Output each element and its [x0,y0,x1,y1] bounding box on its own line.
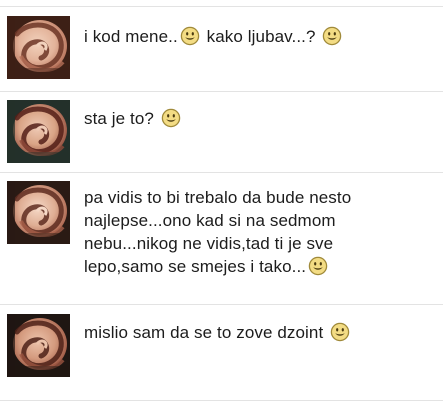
message-line: i kod mene.. kako ljubav...? [84,25,436,48]
avatar[interactable] [7,100,70,163]
message-thread: i kod mene.. kako ljubav...? sta je to? … [0,0,443,414]
message-text-segment: mislio sam da se to zove dzoint [84,323,329,342]
smiley-icon [161,108,181,128]
smiley-icon [308,256,328,276]
message-text: i kod mene.. kako ljubav...? [84,25,436,48]
message-text-segment: kako ljubav...? [201,27,321,46]
message-text: sta je to? [84,107,436,130]
smiley-icon [322,26,342,46]
divider [0,304,443,305]
divider [0,172,443,173]
avatar[interactable] [7,181,70,244]
divider [0,91,443,92]
message-line: pa vidis to bi trebalo da bude nesto [84,186,436,209]
message-text-segment: lepo,samo se smejes i tako... [84,257,307,276]
avatar[interactable] [7,16,70,79]
message-text: mislio sam da se to zove dzoint [84,321,436,344]
message-line: mislio sam da se to zove dzoint [84,321,436,344]
message-line: sta je to? [84,107,436,130]
divider [0,400,443,401]
message-text-segment: sta je to? [84,109,159,128]
message-line: lepo,samo se smejes i tako... [84,255,436,278]
message-text-segment: i kod mene.. [84,27,178,46]
message-text: pa vidis to bi trebalo da bude nesto najl… [84,186,436,278]
message-line: nebu...nikog ne vidis,tad ti je sve [84,232,436,255]
message-text-segment: pa vidis to bi trebalo da bude nesto [84,188,352,207]
divider [0,6,443,7]
avatar[interactable] [7,314,70,377]
message-text-segment: najlepse...ono kad si na sedmom [84,211,336,230]
smiley-icon [330,322,350,342]
smiley-icon [180,26,200,46]
message-line: najlepse...ono kad si na sedmom [84,209,436,232]
message-text-segment: nebu...nikog ne vidis,tad ti je sve [84,234,334,253]
